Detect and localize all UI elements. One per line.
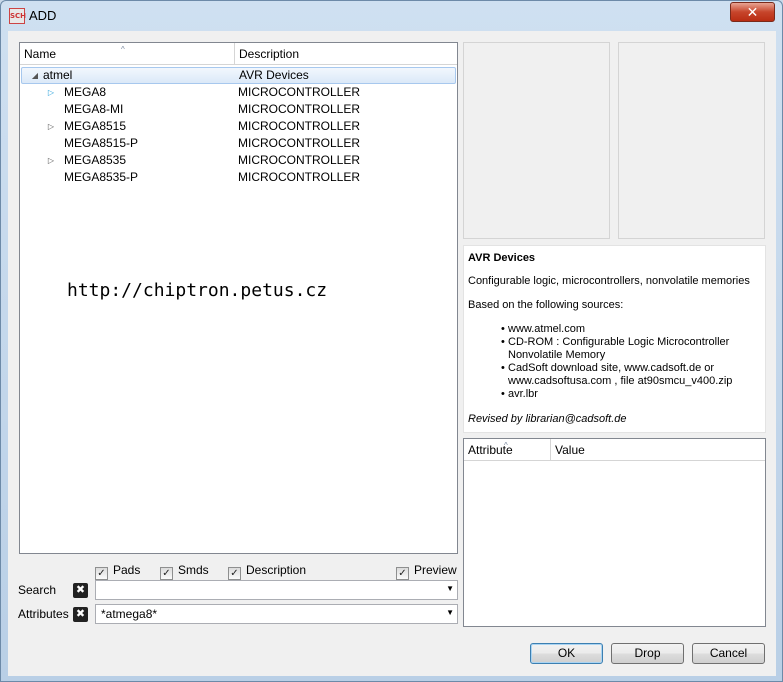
sort-ascending-icon: ^ bbox=[504, 441, 508, 450]
source-item: avr.lbr bbox=[501, 388, 761, 401]
checkbox-checked-icon[interactable]: ✓ bbox=[160, 567, 173, 580]
clear-search-icon[interactable]: ✖ bbox=[73, 583, 88, 598]
app-icon: SCH bbox=[9, 8, 26, 24]
checkbox-checked-icon[interactable]: ✓ bbox=[396, 567, 409, 580]
tree-row-description: MICROCONTROLLER bbox=[238, 170, 361, 184]
tree-row-name: MEGA8535 bbox=[64, 153, 127, 167]
tree-row-description: AVR Devices bbox=[239, 68, 309, 82]
tree-row-description: MICROCONTROLLER bbox=[238, 136, 361, 150]
symbol-preview bbox=[463, 42, 610, 239]
add-dialog-window: SCH ADD ✕ Name ^ Description ◢ atmel AVR… bbox=[0, 0, 783, 682]
tree-row-name: MEGA8535-P bbox=[64, 170, 139, 184]
dropdown-arrow-icon[interactable]: ▼ bbox=[446, 584, 454, 593]
ok-button[interactable]: OK bbox=[530, 643, 603, 664]
dropdown-arrow-icon[interactable]: ▼ bbox=[446, 608, 454, 617]
column-header-name[interactable]: Name ^ bbox=[20, 43, 235, 65]
smds-checkbox[interactable]: ✓ Smds bbox=[160, 561, 209, 580]
filter-checkboxes: ✓ Pads ✓ Smds ✓ Description ✓ Preview bbox=[8, 561, 458, 580]
tree-row-mega8[interactable]: ▷ MEGA8 MICROCONTROLLER bbox=[20, 84, 457, 101]
expand-triangle-icon[interactable]: ▷ bbox=[45, 84, 57, 101]
drop-button[interactable]: Drop bbox=[611, 643, 684, 664]
preview-checkbox[interactable]: ✓ Preview bbox=[396, 561, 457, 580]
collapse-triangle-icon[interactable]: ◢ bbox=[29, 68, 41, 83]
smds-label: Smds bbox=[178, 563, 209, 577]
preview-label: Preview bbox=[414, 563, 457, 577]
dialog-body: Name ^ Description ◢ atmel AVR Devices ▷… bbox=[8, 31, 776, 676]
search-combobox[interactable]: ▼ bbox=[95, 580, 458, 600]
watermark-url: http://chiptron.petus.cz bbox=[67, 280, 328, 301]
source-item: CadSoft download site, www.cadsoft.de or bbox=[501, 362, 761, 375]
library-tree[interactable]: Name ^ Description ◢ atmel AVR Devices ▷… bbox=[19, 42, 458, 554]
sources-list: www.atmel.com CD-ROM : Configurable Logi… bbox=[468, 323, 761, 401]
title-bar: SCH ADD ✕ bbox=[1, 1, 782, 31]
tree-row-mega8-mi[interactable]: MEGA8-MI MICROCONTROLLER bbox=[20, 101, 457, 118]
checkbox-checked-icon[interactable]: ✓ bbox=[95, 567, 108, 580]
expand-triangle-icon[interactable]: ▷ bbox=[45, 152, 57, 169]
attributes-input[interactable]: *atmega8* bbox=[101, 607, 157, 621]
source-item-continuation: Nonvolatile Memory bbox=[508, 349, 606, 361]
pads-label: Pads bbox=[113, 563, 141, 577]
tree-row-mega8535-p[interactable]: MEGA8535-P MICROCONTROLLER bbox=[20, 169, 457, 186]
attributes-combobox[interactable]: *atmega8* ▼ bbox=[95, 604, 458, 624]
description-heading: AVR Devices bbox=[468, 252, 536, 264]
source-item: www.atmel.com bbox=[501, 323, 761, 336]
package-preview bbox=[618, 42, 765, 239]
description-sources-intro: Based on the following sources: bbox=[468, 299, 624, 311]
tree-row-description: MICROCONTROLLER bbox=[238, 102, 361, 116]
tree-row-name: MEGA8515-P bbox=[64, 136, 139, 150]
expand-triangle-icon[interactable]: ▷ bbox=[45, 118, 57, 135]
tree-row-description: MICROCONTROLLER bbox=[238, 119, 361, 133]
search-label: Search bbox=[18, 583, 57, 597]
tree-row-name: MEGA8515 bbox=[64, 119, 127, 133]
window-title: ADD bbox=[29, 8, 57, 23]
description-pane: AVR Devices Configurable logic, microcon… bbox=[463, 245, 766, 433]
sort-ascending-icon: ^ bbox=[121, 45, 125, 54]
source-item: CD-ROM : Configurable Logic Microcontrol… bbox=[501, 336, 761, 349]
column-header-attribute[interactable]: Attribute ^ bbox=[464, 439, 551, 461]
revised-by: Revised by librarian@cadsoft.de bbox=[468, 413, 627, 425]
tree-row-description: MICROCONTROLLER bbox=[238, 153, 361, 167]
attributes-label: Attributes bbox=[18, 607, 69, 621]
column-header-value[interactable]: Value bbox=[551, 439, 765, 461]
tree-row-name: MEGA8 bbox=[64, 85, 107, 99]
source-item-continuation: www.cadsoftusa.com , file at90smcu_v400.… bbox=[508, 375, 733, 387]
checkbox-checked-icon[interactable]: ✓ bbox=[228, 567, 241, 580]
tree-row-mega8515[interactable]: ▷ MEGA8515 MICROCONTROLLER bbox=[20, 118, 457, 135]
column-name-label: Name bbox=[24, 47, 57, 61]
attribute-table[interactable]: Attribute ^ Value bbox=[463, 438, 766, 627]
tree-row-name: MEGA8-MI bbox=[64, 102, 124, 116]
tree-row-mega8515-p[interactable]: MEGA8515-P MICROCONTROLLER bbox=[20, 135, 457, 152]
tree-row-mega8535[interactable]: ▷ MEGA8535 MICROCONTROLLER bbox=[20, 152, 457, 169]
pads-checkbox[interactable]: ✓ Pads bbox=[95, 561, 141, 580]
tree-header: Name ^ Description bbox=[20, 43, 457, 65]
description-label: Description bbox=[246, 563, 307, 577]
column-header-description[interactable]: Description bbox=[235, 43, 457, 65]
tree-row-name: atmel bbox=[43, 68, 73, 82]
tree-row-atmel[interactable]: ◢ atmel AVR Devices bbox=[21, 67, 456, 84]
cancel-button[interactable]: Cancel bbox=[692, 643, 765, 664]
description-checkbox[interactable]: ✓ Description bbox=[228, 561, 307, 580]
clear-attributes-icon[interactable]: ✖ bbox=[73, 607, 88, 622]
attribute-table-header: Attribute ^ Value bbox=[464, 439, 765, 461]
close-button[interactable]: ✕ bbox=[730, 2, 775, 22]
description-text: Configurable logic, microcontrollers, no… bbox=[468, 275, 750, 287]
tree-row-description: MICROCONTROLLER bbox=[238, 85, 361, 99]
tree-rows: ◢ atmel AVR Devices ▷ MEGA8 MICROCONTROL… bbox=[20, 67, 457, 186]
